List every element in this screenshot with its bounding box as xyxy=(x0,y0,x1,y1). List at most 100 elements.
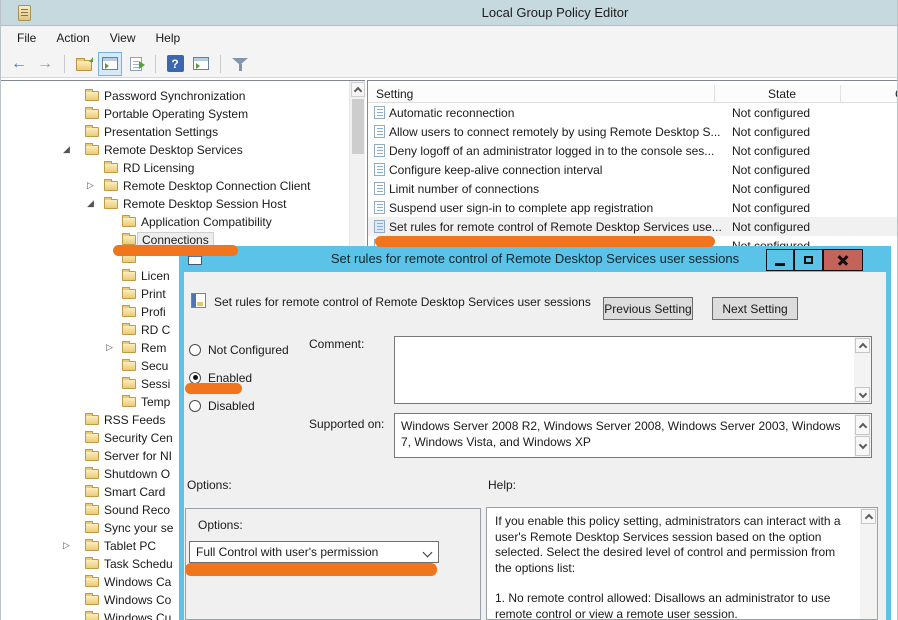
menu-view[interactable]: View xyxy=(100,28,146,48)
help-scrollbar[interactable] xyxy=(860,508,877,619)
settings-row[interactable]: Automatic reconnectionNot configured xyxy=(368,103,898,122)
dialog-header-text: Set rules for remote control of Remote D… xyxy=(214,295,591,309)
column-header-state[interactable]: State xyxy=(724,87,840,101)
close-button[interactable] xyxy=(823,249,863,271)
policy-setting-icon xyxy=(374,144,385,157)
policy-setting-icon xyxy=(374,182,385,195)
settings-row[interactable]: Configure keep-alive connection interval… xyxy=(368,160,898,179)
tree-item-label: Remote Desktop Session Host xyxy=(123,197,286,211)
minimize-icon xyxy=(775,263,785,266)
radio-disabled[interactable]: Disabled xyxy=(189,398,255,413)
highlight-connections xyxy=(113,245,238,256)
folder-icon xyxy=(85,433,99,443)
next-setting-button[interactable]: Next Setting xyxy=(712,297,798,320)
setting-state: Not configured xyxy=(732,106,810,120)
show-action-pane-icon[interactable] xyxy=(189,52,213,76)
radio-label: Not Configured xyxy=(208,343,289,357)
forward-icon[interactable]: → xyxy=(33,52,57,76)
tree-item-label: Windows Co xyxy=(104,593,171,607)
radio-label: Disabled xyxy=(208,399,255,413)
help-icon: ? xyxy=(167,55,184,72)
column-header-setting[interactable]: Setting xyxy=(376,87,413,101)
console-window-icon[interactable] xyxy=(98,52,122,76)
toolbar-separator xyxy=(155,55,156,73)
tree-item[interactable]: Password Synchronization xyxy=(1,87,345,105)
minimize-button[interactable] xyxy=(766,249,794,271)
scroll-up-button[interactable] xyxy=(855,415,870,435)
back-arrow-icon: ← xyxy=(11,56,27,72)
options-label: Options: xyxy=(187,478,232,492)
settings-row[interactable]: Allow users to connect remotely by using… xyxy=(368,122,898,141)
radio-not-configured[interactable]: Not Configured xyxy=(189,342,289,357)
setting-state: Not configured xyxy=(732,163,810,177)
column-divider[interactable] xyxy=(840,85,841,103)
setting-name: Deny logoff of an administrator logged i… xyxy=(389,144,714,158)
folder-icon xyxy=(85,487,99,497)
supported-on-value: Windows Server 2008 R2, Windows Server 2… xyxy=(401,418,849,450)
toolbar: ← →? xyxy=(1,50,898,78)
tree-item-label: Password Synchronization xyxy=(104,89,245,103)
scroll-up-button[interactable] xyxy=(351,82,365,97)
previous-setting-button[interactable]: Previous Setting xyxy=(603,297,693,320)
supported-on-box: Windows Server 2008 R2, Windows Server 2… xyxy=(394,413,872,458)
chevron-down-icon xyxy=(858,441,866,449)
scroll-up-button[interactable] xyxy=(855,338,870,353)
tree-item-label: Rem xyxy=(141,341,166,355)
menu-action[interactable]: Action xyxy=(46,28,99,48)
supported-scrollbar[interactable] xyxy=(854,414,871,457)
tree-item[interactable]: Portable Operating System xyxy=(1,105,345,123)
tree-item[interactable]: ◢ Remote Desktop Session Host xyxy=(1,195,345,213)
folder-icon xyxy=(85,145,99,155)
show-console-tree-icon[interactable] xyxy=(72,52,96,76)
expander-collapsed-icon[interactable]: ▷ xyxy=(87,180,94,190)
folder-icon xyxy=(85,595,99,605)
menu-file[interactable]: File xyxy=(7,28,46,48)
settings-row[interactable]: Set rules for remote control of Remote D… xyxy=(368,217,898,236)
comment-textarea[interactable] xyxy=(394,336,872,404)
settings-row[interactable]: Deny logoff of an administrator logged i… xyxy=(368,141,898,160)
control-level-dropdown[interactable]: Full Control with user's permission xyxy=(189,541,439,563)
policy-setting-icon xyxy=(374,106,385,119)
tree-item-label: Print xyxy=(141,287,166,301)
menu-help[interactable]: Help xyxy=(146,28,191,48)
help-label: Help: xyxy=(488,478,516,492)
expander-collapsed-icon[interactable]: ▷ xyxy=(106,342,113,352)
expander-open-icon[interactable]: ◢ xyxy=(87,198,94,208)
help-icon[interactable]: ? xyxy=(163,52,187,76)
tree-item[interactable]: Presentation Settings xyxy=(1,123,345,141)
settings-row[interactable]: Limit number of connectionsNot configure… xyxy=(368,179,898,198)
comment-scrollbar[interactable] xyxy=(854,337,871,403)
folder-icon xyxy=(104,163,118,173)
setting-state: Not configured xyxy=(732,201,810,215)
folder-icon xyxy=(122,397,136,407)
tree-item-label: Task Schedu xyxy=(104,557,173,571)
help-box: If you enable this policy setting, admin… xyxy=(486,507,878,620)
help-text: If you enable this policy setting, admin… xyxy=(495,514,847,620)
tree-item[interactable]: ◢Remote Desktop Services xyxy=(1,141,345,159)
settings-row[interactable]: Suspend user sign-in to complete app reg… xyxy=(368,198,898,217)
console-window-icon xyxy=(102,57,118,70)
scroll-down-button[interactable] xyxy=(855,387,870,402)
tree-item[interactable]: ▷Remote Desktop Connection Client xyxy=(1,177,345,195)
column-divider[interactable] xyxy=(714,85,715,103)
back-icon[interactable]: ← xyxy=(7,52,31,76)
policy-setting-icon xyxy=(374,163,385,176)
scroll-down-button[interactable] xyxy=(855,436,870,456)
maximize-button[interactable] xyxy=(794,249,823,271)
export-list-icon[interactable] xyxy=(124,52,148,76)
tree-item-label: RD Licensing xyxy=(123,161,194,175)
toolbar-separator xyxy=(64,55,65,73)
tree-item[interactable]: Application Compatibility xyxy=(1,213,345,231)
tree-item-label: RSS Feeds xyxy=(104,413,165,427)
scrollbar-thumb[interactable] xyxy=(352,99,364,154)
folder-icon xyxy=(122,361,136,371)
help-paragraph: If you enable this policy setting, admin… xyxy=(495,514,847,576)
tree-item-label: Application Compatibility xyxy=(141,215,272,229)
folder-icon xyxy=(85,127,99,137)
expander-open-icon[interactable]: ◢ xyxy=(63,144,70,154)
tree-item-label: Smart Card xyxy=(104,485,165,499)
tree-item[interactable]: RD Licensing xyxy=(1,159,345,177)
filter-icon[interactable] xyxy=(228,52,252,76)
expander-collapsed-icon[interactable]: ▷ xyxy=(63,540,70,550)
scroll-up-button[interactable] xyxy=(861,509,876,524)
